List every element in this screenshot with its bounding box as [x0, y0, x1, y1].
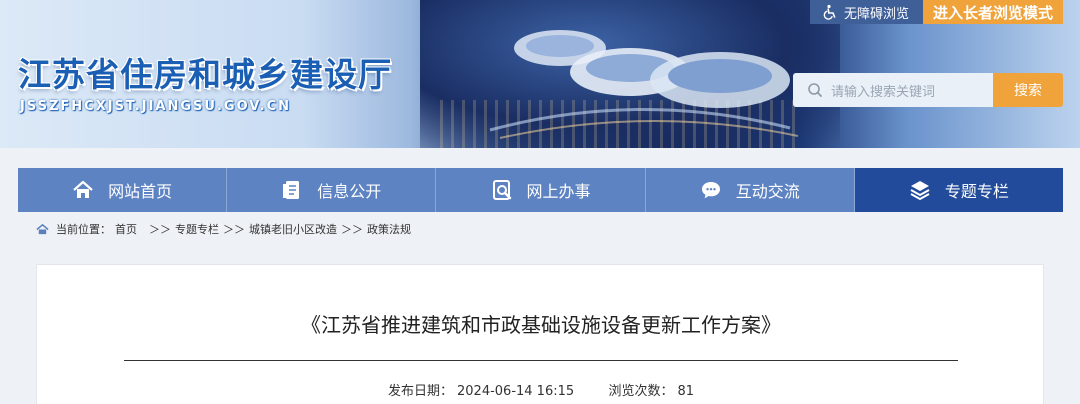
accessibility-button[interactable]: 无障碍浏览 [809, 0, 923, 24]
search-icon [808, 83, 822, 97]
breadcrumb-home[interactable]: 首页 [115, 221, 137, 237]
article-meta: 发布日期： 2024-06-14 16:15 浏览次数： 81 [37, 380, 1045, 399]
search-box: 请输入搜索关键词 搜索 [793, 73, 1063, 107]
layers-icon [910, 181, 930, 200]
breadcrumb-prefix: 当前位置： [56, 223, 111, 236]
accessibility-label: 无障碍浏览 [843, 6, 909, 22]
breadcrumb-separator: ＞＞ [341, 223, 363, 236]
nav-label: 互动交流 [735, 182, 800, 201]
home-icon [73, 180, 93, 198]
nav-label: 信息公开 [317, 182, 382, 201]
publish-date: 2024-06-14 16:15 [457, 384, 575, 399]
chat-icon [701, 182, 720, 199]
breadcrumb-old-community[interactable]: 城镇老旧小区改造 [249, 221, 337, 237]
article-title: 《江苏省推进建筑和市政基础设施设备更新工作方案》 [301, 313, 781, 337]
nav-item-online-service[interactable]: 网上办事 [436, 168, 646, 212]
site-header: 江苏省住房和城乡建设厅 JSSZFHCXJST.JIANGSU.GOV.CN 无… [0, 0, 1080, 148]
breadcrumb-policy[interactable]: 政策法规 [367, 221, 411, 237]
location-home-icon [36, 223, 49, 234]
search-button[interactable]: 搜索 [993, 73, 1063, 107]
stadium-illustration [489, 30, 799, 139]
views-label: 浏览次数： [608, 384, 674, 399]
article-card: 《江苏省推进建筑和市政基础设施设备更新工作方案》 发布日期： 2024-06-14… [36, 264, 1044, 404]
breadcrumb-separator: ＞＞ [149, 223, 171, 236]
search-input[interactable]: 请输入搜索关键词 [793, 73, 993, 107]
breadcrumb: 当前位置： 首页 ＞＞ 专题专栏 ＞＞ 城镇老旧小区改造 ＞＞ 政策法规 [18, 212, 1063, 246]
nav-item-info[interactable]: 信息公开 [227, 168, 437, 212]
nav-item-home[interactable]: 网站首页 [18, 168, 228, 212]
service-search-icon [492, 180, 511, 200]
nav-item-special-topics[interactable]: 专题专栏 [854, 168, 1064, 212]
main-nav: 网站首页 信息公开 网上办事 互动交流 专题专栏 [18, 168, 1064, 212]
views-count: 81 [677, 384, 694, 399]
publish-label: 发布日期： [387, 384, 453, 399]
accessibility-bar: 无障碍浏览 进入长者浏览模式 [809, 0, 1063, 24]
title-divider [124, 360, 958, 361]
nav-item-interaction[interactable]: 互动交流 [646, 168, 855, 212]
nav-label: 专题专栏 [944, 182, 1009, 201]
breadcrumb-special-topics[interactable]: 专题专栏 [175, 221, 219, 237]
site-domain: JSSZFHCXJST.JIANGSU.GOV.CN [20, 99, 292, 114]
nav-label: 网上办事 [526, 182, 591, 201]
breadcrumb-separator: ＞＞ [223, 223, 245, 236]
document-icon [283, 181, 300, 199]
site-title: 江苏省住房和城乡建设厅 [18, 55, 392, 94]
search-placeholder: 请输入搜索关键词 [831, 84, 936, 100]
wheelchair-icon [823, 4, 836, 20]
nav-label: 网站首页 [108, 182, 173, 201]
elder-mode-button[interactable]: 进入长者浏览模式 [922, 0, 1063, 24]
